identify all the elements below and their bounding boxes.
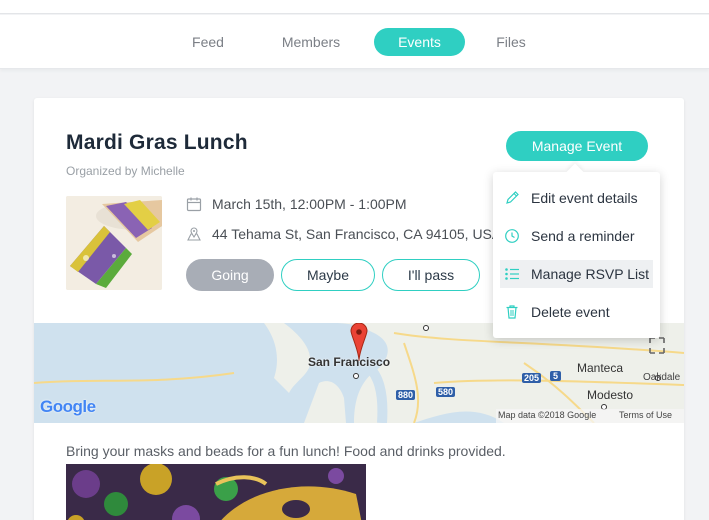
manage-event-menu: Edit event details Send a reminder Manag…	[493, 163, 660, 338]
highway-shield-5: 5	[550, 371, 562, 381]
menu-item-label: Edit event details	[531, 190, 638, 206]
rsvp-going-button[interactable]: Going	[186, 259, 274, 291]
event-map[interactable]: San Francisco Manteca Oakdale Modesto 88…	[34, 323, 684, 423]
map-label-oakdale: Oakdale	[643, 372, 681, 383]
event-description: Bring your masks and beads for a fun lun…	[66, 443, 506, 459]
highway-shield-880: 880	[396, 390, 416, 400]
menu-item-edit-event[interactable]: Edit event details	[500, 184, 653, 212]
clock-icon	[504, 228, 520, 244]
event-address[interactable]: 44 Tehama St, San Francisco, CA 94105, U…	[212, 226, 501, 242]
menu-item-manage-rsvp[interactable]: Manage RSVP List	[500, 260, 653, 288]
rsvp-maybe-button[interactable]: Maybe	[281, 259, 375, 291]
menu-item-label: Send a reminder	[531, 228, 635, 244]
tab-feed[interactable]: Feed	[176, 28, 240, 56]
calendar-icon	[186, 196, 202, 212]
tab-members[interactable]: Members	[270, 28, 352, 56]
tab-files[interactable]: Files	[480, 28, 542, 56]
map-label-modesto: Modesto	[587, 388, 634, 402]
menu-item-delete-event[interactable]: Delete event	[500, 298, 653, 326]
event-date: March 15th, 12:00PM - 1:00PM	[212, 196, 407, 212]
map-city-label: San Francisco	[308, 355, 391, 369]
pencil-icon	[504, 190, 520, 206]
event-thumbnail	[66, 196, 162, 290]
map-terms-link[interactable]: Terms of Use	[619, 410, 672, 420]
event-title: Mardi Gras Lunch	[66, 131, 248, 154]
top-bar	[0, 0, 709, 14]
tab-events[interactable]: Events	[374, 28, 465, 56]
event-photo	[66, 464, 366, 520]
google-logo: Google	[40, 397, 96, 416]
group-tabs-nav: Feed Members Events Files	[0, 15, 709, 69]
highway-shield-580: 580	[436, 387, 456, 397]
manage-event-button[interactable]: Manage Event	[506, 131, 648, 161]
map-label-manteca: Manteca	[577, 361, 624, 375]
map-attribution: Map data ©2018 Google	[498, 410, 597, 420]
trash-icon	[504, 304, 520, 320]
event-organizer: Organized by Michelle	[66, 164, 185, 178]
map-pin-icon	[186, 226, 202, 242]
menu-item-send-reminder[interactable]: Send a reminder	[500, 222, 653, 250]
menu-item-label: Manage RSVP List	[531, 266, 650, 282]
rsvp-pass-button[interactable]: I'll pass	[382, 259, 480, 291]
highway-shield-205: 205	[522, 373, 542, 383]
menu-item-label: Delete event	[531, 304, 610, 320]
list-icon	[504, 266, 520, 282]
